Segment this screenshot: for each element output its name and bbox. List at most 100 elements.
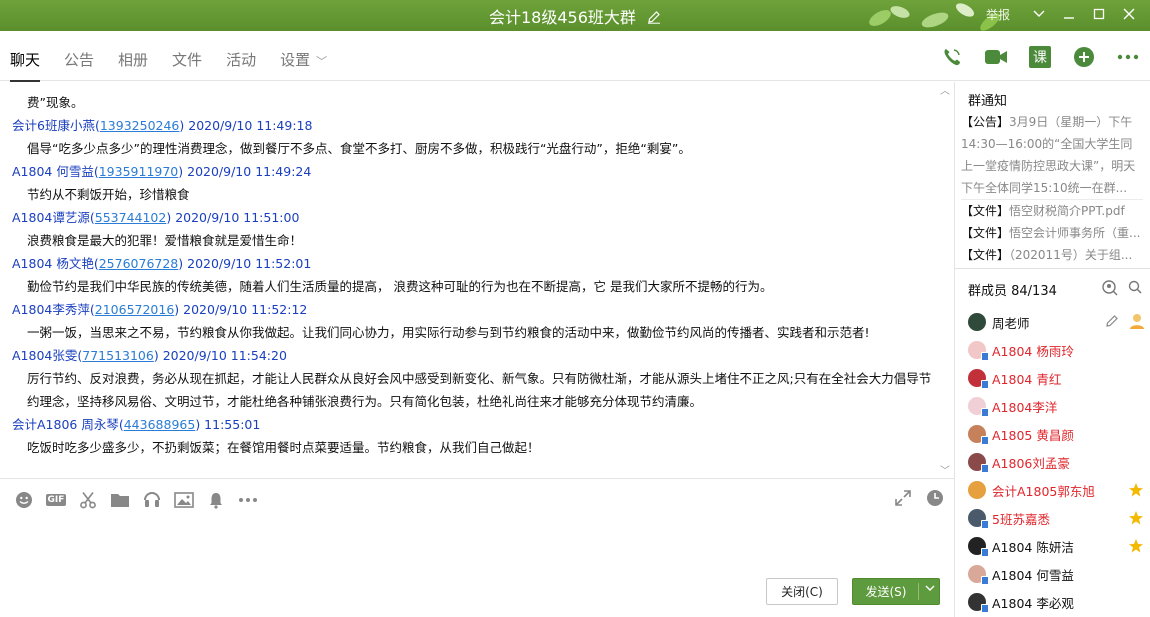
image-icon[interactable] — [168, 489, 200, 511]
send-label: 发送(S) — [865, 585, 907, 599]
title-bar: 会计18级456班大群 举报 — [0, 0, 1150, 31]
message-body: 吃饭时吃多少盛多少，不扔剩饭菜；在餐馆用餐时点菜要适量。节约粮食，从我们自己做起… — [27, 440, 540, 455]
chevron-down-icon[interactable] — [1024, 4, 1054, 24]
close-icon[interactable] — [1114, 4, 1144, 24]
member-row[interactable]: A1805 黄昌颜 — [955, 420, 1150, 448]
member-name: A1804 杨雨玲 — [992, 343, 1074, 359]
music-icon[interactable] — [136, 489, 168, 511]
mobile-icon — [981, 352, 989, 361]
sender-qq[interactable]: 771513106 — [82, 348, 154, 363]
scissors-icon[interactable] — [72, 489, 104, 511]
announcement-preview[interactable]: 【公告】3月9日（星期一）下午14:30—16:00的“全国大学生同上一堂疫情防… — [961, 111, 1143, 199]
gif-icon[interactable]: GIF — [40, 489, 72, 511]
file-item[interactable]: 【文件】悟空会计师事务所（重... — [961, 222, 1143, 244]
sender-qq[interactable]: 553744102 — [95, 210, 167, 225]
message-time: 2020/9/10 11:54:20 — [162, 348, 287, 363]
tab-files[interactable]: 文件 — [172, 49, 202, 70]
bell-icon[interactable] — [200, 489, 232, 511]
member-name: A1805 黄昌颜 — [992, 427, 1074, 443]
sender-qq[interactable]: 2106572016 — [95, 302, 175, 317]
sender-name[interactable]: A1804 何雪益 — [12, 164, 94, 179]
member-name: A1806刘孟豪 — [992, 455, 1070, 471]
star-icon — [1128, 538, 1144, 557]
tab-activity[interactable]: 活动 — [226, 49, 256, 70]
member-row[interactable]: 会计A1805郭东旭 — [955, 476, 1150, 504]
member-row[interactable]: 5班苏嘉悉 — [955, 504, 1150, 532]
message: A1804 杨文艳(2576076728) 2020/9/10 11:52:01… — [12, 252, 942, 298]
message: 费”现象。 — [12, 91, 942, 114]
tab-chat[interactable]: 聊天 — [10, 49, 41, 82]
scroll-down-icon[interactable]: ﹀ — [940, 462, 950, 477]
mobile-icon — [981, 408, 989, 417]
message-input[interactable] — [0, 518, 954, 573]
message-body: 勤俭节约是我们中华民族的传统美德，随着人们生活质量的提高， 浪费这种可耻的行为也… — [27, 279, 773, 294]
invite-icon[interactable] — [1102, 280, 1118, 299]
add-icon[interactable] — [1062, 43, 1106, 71]
maximize-icon[interactable] — [1084, 4, 1114, 24]
avatar — [968, 565, 989, 585]
video-icon[interactable] — [974, 43, 1018, 71]
send-divider — [918, 583, 919, 600]
avatar — [968, 537, 989, 557]
send-button[interactable]: 发送(S) — [852, 578, 940, 605]
sender-qq[interactable]: 2576076728 — [99, 256, 179, 271]
mobile-icon — [981, 604, 989, 613]
message-body: 厉行节约、反对浪费，务必从现在抓起，才能让人民群众从良好会风中感受到新变化、新气… — [27, 371, 932, 409]
sender-name[interactable]: A1804谭艺源 — [12, 210, 90, 225]
member-row[interactable]: A1804李洋 — [955, 392, 1150, 420]
member-row[interactable]: A1804 李必观 — [955, 588, 1150, 616]
message: 会计6班康小燕(1393250246) 2020/9/10 11:49:18 倡… — [12, 114, 942, 160]
message: 会计A1806 周永琴(443688965) 11:55:01 吃饭时吃多少盛多… — [12, 413, 942, 459]
sender-qq[interactable]: 1393250246 — [100, 118, 180, 133]
member-row[interactable]: 周老师 — [955, 308, 1150, 336]
member-row[interactable]: A1804 青红 — [955, 364, 1150, 392]
message-header: 会计A1806 周永琴(443688965) 11:55:01 — [12, 417, 261, 432]
phone-icon[interactable] — [930, 43, 974, 71]
message-body: 节约从不剩饭开始，珍惜粮食 — [27, 187, 190, 202]
close-button[interactable]: 关闭(C) — [766, 578, 838, 605]
message-body: 倡导“吃多少点多少”的理性消费理念，做到餐厅不多点、食堂不多打、厨房不多做，积极… — [27, 141, 691, 156]
minimize-icon[interactable] — [1054, 4, 1084, 24]
message: A1804谭艺源(553744102) 2020/9/10 11:51:00 浪… — [12, 206, 942, 252]
tab-bar: 聊天 公告 相册 文件 活动 设置 ﹀ 课 — [0, 31, 1150, 82]
sender-qq[interactable]: 1935911970 — [99, 164, 179, 179]
message-list: 费”现象。 会计6班康小燕(1393250246) 2020/9/10 11:4… — [12, 91, 942, 459]
members-title: 群成员 84/134 — [968, 284, 1057, 299]
title-decoration-leaves — [840, 0, 1000, 31]
member-row[interactable]: A1804 陈妍洁 — [955, 532, 1150, 560]
avatar — [968, 341, 989, 361]
expand-icon[interactable] — [894, 489, 912, 510]
sender-name[interactable]: 会计6班康小燕 — [12, 118, 95, 133]
class-icon[interactable]: 课 — [1018, 43, 1062, 71]
folder-icon[interactable] — [104, 489, 136, 511]
tab-announcement[interactable]: 公告 — [64, 49, 94, 70]
file-item[interactable]: 【文件】悟空财税简介PPT.pdf — [961, 200, 1143, 222]
report-link[interactable]: 举报 — [986, 6, 1010, 23]
sender-qq[interactable]: 443688965 — [124, 417, 196, 432]
chat-tools: 课 — [930, 43, 1150, 71]
sender-name[interactable]: A1804张雯 — [12, 348, 77, 363]
sender-name[interactable]: A1804李秀萍 — [12, 302, 90, 317]
chevron-down-icon: ﹀ — [316, 55, 328, 68]
tab-settings[interactable]: 设置 ﹀ — [280, 49, 327, 70]
file-item[interactable]: 【文件】（202011号）关于组... — [961, 244, 1143, 266]
emoji-icon[interactable] — [8, 489, 40, 511]
search-icon[interactable] — [1128, 280, 1142, 299]
more-icon[interactable] — [232, 489, 264, 511]
member-row[interactable]: A1806刘孟豪 — [955, 448, 1150, 476]
edit-icon[interactable] — [1105, 314, 1119, 331]
tab-album[interactable]: 相册 — [118, 49, 148, 70]
member-row[interactable]: A1804 杨雨玲 — [955, 336, 1150, 364]
edit-icon[interactable] — [647, 9, 661, 24]
chevron-down-icon[interactable] — [925, 583, 935, 596]
message-header: A1804张雯(771513106) 2020/9/10 11:54:20 — [12, 348, 287, 363]
sender-name[interactable]: 会计A1806 周永琴 — [12, 417, 119, 432]
chat-history[interactable]: ︿ 费”现象。 会计6班康小燕(1393250246) 2020/9/10 11… — [0, 82, 954, 477]
avatar — [968, 425, 989, 445]
clock-icon[interactable] — [926, 489, 944, 510]
avatar — [968, 397, 989, 417]
sender-name[interactable]: A1804 杨文艳 — [12, 256, 94, 271]
member-row[interactable]: A1804 何雪益 — [955, 560, 1150, 588]
member-name: A1804 何雪益 — [992, 567, 1074, 583]
more-icon[interactable] — [1106, 43, 1150, 71]
